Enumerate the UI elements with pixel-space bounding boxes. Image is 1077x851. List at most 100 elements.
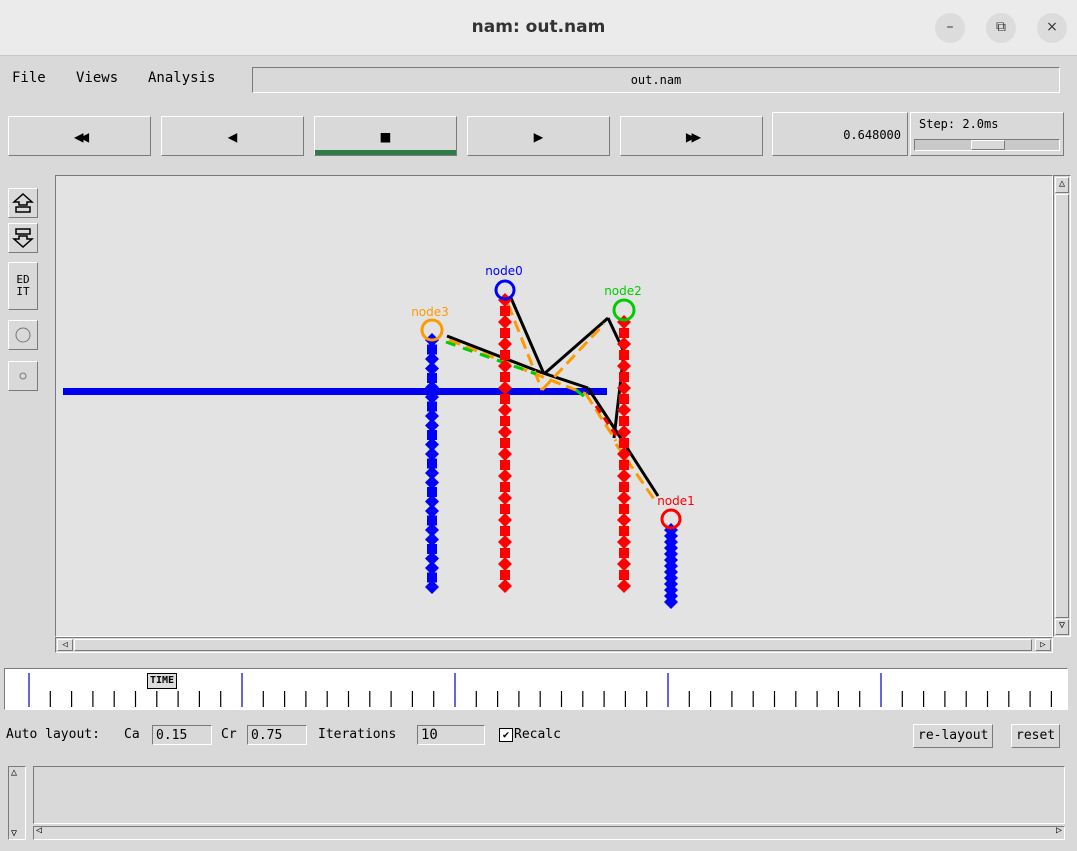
annotation-horizontal-scrollbar[interactable]: ◁ ▷ — [33, 825, 1065, 840]
packet-column-node1 — [664, 523, 678, 609]
packet-diamond — [617, 469, 631, 483]
annotation-scroll-up-icon[interactable]: △ — [11, 767, 17, 778]
annotation-pane[interactable] — [33, 766, 1065, 824]
rewind-icon: ◀◀ — [73, 126, 89, 146]
active-indicator — [315, 150, 456, 155]
step-back-button[interactable]: ◀ — [161, 116, 304, 156]
packet-square — [500, 482, 510, 492]
play-button[interactable]: ▶ — [467, 116, 610, 156]
node3-label: node3 — [411, 305, 449, 319]
node-node1[interactable]: node1 — [657, 494, 695, 530]
packet-square — [500, 394, 510, 404]
packet-stream-bar — [63, 388, 607, 395]
ca-label: Ca — [124, 727, 140, 742]
step-slider-thumb[interactable] — [971, 140, 1005, 150]
packet-diamond — [617, 557, 631, 571]
rewind-button[interactable]: ◀◀ — [8, 116, 151, 156]
packet-square — [500, 328, 510, 338]
time-marker-label: TIME — [150, 675, 175, 686]
menu-analysis[interactable]: Analysis — [148, 70, 215, 86]
packet-square — [619, 328, 629, 338]
scroll-down-icon[interactable]: ▽ — [1055, 619, 1069, 635]
zoom-out-icon — [12, 228, 34, 249]
packet-square — [619, 526, 629, 536]
node-size-large-button[interactable] — [8, 320, 38, 350]
packet-diamond — [498, 315, 512, 329]
node-node2[interactable]: node2 — [604, 284, 642, 322]
canvas-vertical-scrollbar[interactable]: △ ▽ — [1053, 175, 1071, 637]
recalc-label: Recalc — [514, 727, 561, 742]
time-marker[interactable]: TIME — [147, 673, 178, 689]
scroll-right-icon[interactable]: ▷ — [1035, 639, 1051, 651]
scroll-left-icon[interactable]: ◁ — [57, 639, 73, 651]
packet-square — [500, 570, 510, 580]
stop-button[interactable]: ■ — [314, 116, 457, 156]
network-drawing: node3 node0 node2 node1 — [63, 264, 695, 609]
horizontal-scroll-thumb[interactable] — [74, 639, 1032, 651]
packet-diamond — [617, 491, 631, 505]
annotation-scroll-down-icon[interactable]: ▽ — [11, 828, 17, 839]
packet-square — [500, 350, 510, 360]
menu-file-label: File — [12, 70, 46, 86]
fast-forward-icon: ▶▶ — [685, 126, 701, 146]
window-title: nam: out.nam — [471, 17, 606, 37]
ca-input[interactable]: 0.15 — [152, 725, 212, 745]
annotation-vertical-scrollbar[interactable]: △ ▽ — [8, 766, 26, 840]
packet-square — [619, 350, 629, 360]
window-titlebar: nam: out.nam – ⧉ × — [0, 0, 1077, 56]
packet-diamond — [498, 469, 512, 483]
packet-diamond — [617, 535, 631, 549]
packet-square — [619, 438, 629, 448]
annotation-scroll-left-icon[interactable]: ◁ — [36, 825, 42, 836]
step-back-icon: ◀ — [227, 126, 238, 146]
cr-input[interactable]: 0.75 — [247, 725, 307, 745]
vertical-scroll-thumb[interactable] — [1055, 194, 1069, 618]
minimize-button[interactable]: – — [935, 13, 965, 43]
step-slider[interactable] — [914, 139, 1060, 151]
restore-button[interactable]: ⧉ — [986, 13, 1016, 43]
packet-diamond — [498, 513, 512, 527]
packet-square — [500, 306, 510, 316]
zoom-out-button[interactable] — [8, 223, 38, 253]
zoom-in-icon — [12, 192, 34, 213]
packet-diamond — [498, 447, 512, 461]
packet-square — [500, 416, 510, 426]
menu-analysis-label: Analysis — [148, 70, 216, 86]
step-control: Step: 2.0ms — [910, 112, 1064, 156]
menu-views[interactable]: Views — [76, 70, 118, 86]
packet-square — [500, 460, 510, 470]
packet-diamond — [498, 403, 512, 417]
packet-diamond — [498, 557, 512, 571]
packet-square — [619, 460, 629, 470]
node-size-small-button[interactable] — [8, 361, 38, 391]
close-button[interactable]: × — [1037, 13, 1067, 43]
zoom-in-button[interactable] — [8, 188, 38, 218]
reset-button[interactable]: reset — [1011, 724, 1061, 748]
packet-diamond — [617, 513, 631, 527]
iterations-input[interactable]: 10 — [417, 725, 485, 745]
packet-square — [619, 482, 629, 492]
stop-icon: ■ — [380, 126, 391, 146]
re-layout-button[interactable]: re-layout — [913, 724, 994, 748]
packet-square — [619, 548, 629, 558]
scroll-up-icon[interactable]: △ — [1055, 177, 1069, 193]
canvas-horizontal-scrollbar[interactable]: ◁ ▷ — [55, 637, 1053, 653]
menu-file[interactable]: File — [12, 70, 46, 86]
circle-small-icon — [19, 372, 27, 380]
fast-forward-button[interactable]: ▶▶ — [620, 116, 763, 156]
network-canvas[interactable]: node3 node0 node2 node1 — [55, 175, 1053, 637]
node-node0[interactable]: node0 — [485, 264, 523, 301]
packet-square — [619, 416, 629, 426]
timeline-slider[interactable]: TIME — [4, 668, 1074, 710]
current-time-display: 0.648000 — [772, 112, 908, 156]
auto-layout-label: Auto layout: — [6, 727, 100, 742]
packet-square — [619, 570, 629, 580]
edit-button[interactable]: ED IT — [8, 262, 38, 310]
edit-label: ED IT — [16, 273, 30, 298]
node-node3[interactable]: node3 — [411, 305, 449, 342]
annotation-scroll-right-icon[interactable]: ▷ — [1056, 825, 1062, 836]
node2-label: node2 — [604, 284, 642, 298]
recalc-checkbox[interactable]: ✔ — [499, 728, 513, 742]
packet-diamond — [498, 425, 512, 439]
packet-square — [619, 504, 629, 514]
